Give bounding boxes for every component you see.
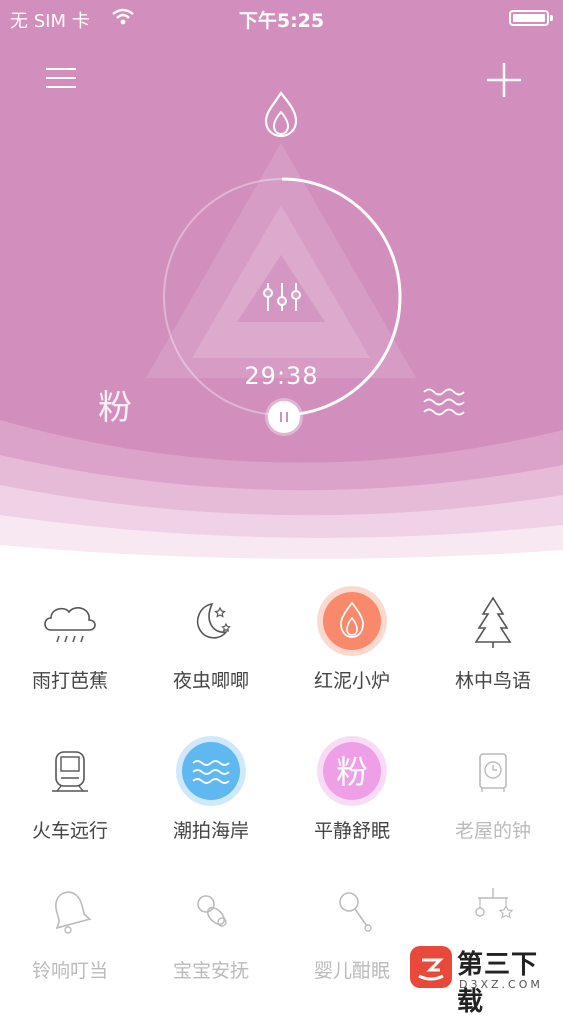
sound-label: 铃响叮当 <box>31 960 108 982</box>
timer-display: 29:38 <box>244 362 319 390</box>
sound-item-train[interactable]: 火车远行 <box>0 728 140 853</box>
pacifier-icon <box>197 895 227 927</box>
sound-item-old-clock[interactable]: 老屋的钟 <box>423 728 563 853</box>
watermark-subtitle: D3XZ.COM <box>459 978 543 991</box>
pink-noise-glyph: 粉 <box>336 753 368 791</box>
flame-icon <box>317 586 387 656</box>
baby-mobile-icon <box>475 888 514 919</box>
sound-label: 平静舒眠 <box>313 820 390 842</box>
flame-icon <box>264 91 298 138</box>
train-icon <box>52 751 88 792</box>
sound-item-calm-sleep[interactable]: 粉 平静舒眠 <box>282 728 422 853</box>
sound-label: 夜虫唧唧 <box>172 670 249 692</box>
rain-cloud-icon <box>44 607 96 643</box>
bell-icon <box>55 891 92 934</box>
sound-label: 雨打芭蕉 <box>31 670 108 692</box>
sound-item-rain[interactable]: 雨打芭蕉 <box>0 578 140 703</box>
clock-label: 下午5:25 <box>238 10 325 32</box>
sound-label: 婴儿酣眠 <box>313 960 390 982</box>
rattle-icon <box>339 892 372 932</box>
sound-label: 老屋的钟 <box>454 820 531 842</box>
sound-item-baby-soothe[interactable]: 宝宝安抚 <box>141 868 281 993</box>
sound-label: 潮拍海岸 <box>172 820 249 842</box>
waves-icon <box>176 736 246 806</box>
sound-label: 红泥小炉 <box>313 670 390 692</box>
sound-item-forest-birds[interactable]: 林中鸟语 <box>423 578 563 703</box>
status-bar: 无 SIM 卡 下午5:25 <box>0 0 563 36</box>
sound-item-bell[interactable]: 铃响叮当 <box>0 868 140 993</box>
menu-button[interactable] <box>44 64 80 94</box>
waves-icon[interactable] <box>420 382 470 422</box>
watermark: 第三下载 D3XZ.COM <box>405 940 563 1017</box>
sound-label: 宝宝安抚 <box>172 960 249 982</box>
sound-item-baby-sleep[interactable]: 婴儿酣眠 <box>282 868 422 993</box>
sound-item-waves[interactable]: 潮拍海岸 <box>141 728 281 853</box>
player-header: 无 SIM 卡 下午5:25 29:38 粉 <box>0 0 563 565</box>
moon-stars-icon <box>196 602 231 639</box>
watermark-logo-icon <box>410 946 452 988</box>
pine-tree-icon <box>474 596 512 648</box>
mixer-sliders-icon[interactable] <box>263 283 301 311</box>
sound-item-night-insects[interactable]: 夜虫唧唧 <box>141 578 281 703</box>
clock-icon <box>479 753 507 792</box>
pink-noise-toggle[interactable]: 粉 <box>98 380 132 429</box>
add-button[interactable] <box>484 60 524 100</box>
sound-label: 火车远行 <box>31 820 108 842</box>
sound-item-clay-stove[interactable]: 红泥小炉 <box>282 578 422 703</box>
battery-icon <box>509 10 553 26</box>
pause-button[interactable] <box>268 401 300 433</box>
pink-noise-icon: 粉 <box>317 736 387 806</box>
sound-label: 林中鸟语 <box>454 670 531 692</box>
